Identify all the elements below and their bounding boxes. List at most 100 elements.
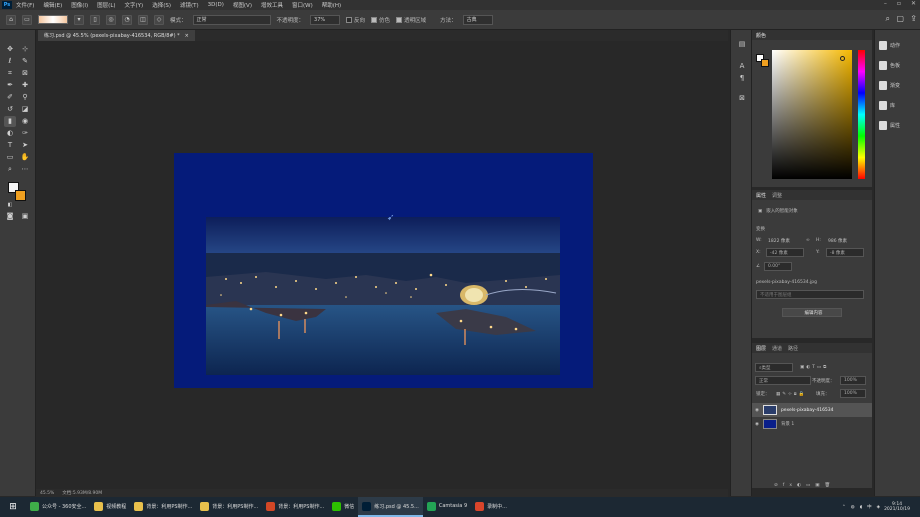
diamond-gradient-icon[interactable]: ◇ — [154, 14, 164, 25]
angle-gradient-icon[interactable]: ◔ — [122, 14, 132, 25]
volume-icon[interactable]: ◖ — [860, 505, 862, 510]
reverse-checkbox[interactable]: 反向 — [346, 16, 365, 24]
network-icon[interactable]: ◍ — [851, 505, 855, 510]
menu-edit[interactable]: 编辑(E) — [43, 1, 62, 9]
gradient-dropdown-icon[interactable]: ▾ — [74, 14, 84, 25]
paragraph-icon[interactable]: ¶ — [737, 74, 747, 84]
tab-channels[interactable]: 通道 — [772, 345, 782, 352]
menu-file[interactable]: 文件(F) — [16, 1, 34, 9]
zoom-level[interactable]: 45.5% — [40, 491, 54, 496]
taskbar-item[interactable]: 背景：利用PS制作... — [262, 497, 328, 517]
home-icon[interactable]: ⌂ — [6, 14, 16, 25]
close-tab-icon[interactable]: × — [185, 33, 189, 39]
layer-name[interactable]: 背景 1 — [781, 421, 794, 427]
taskbar-item[interactable]: 背景：利用PS制作... — [196, 497, 262, 517]
transparency-checkbox[interactable]: 透明区域 — [396, 16, 426, 24]
artboard-tool-icon[interactable]: ⊹ — [19, 44, 31, 55]
taskbar-item[interactable]: 公众号 - 360安全... — [26, 497, 90, 517]
eyedropper-icon[interactable]: ✒ — [4, 80, 16, 91]
layer-row[interactable]: ◉ 背景 1 — [752, 417, 872, 431]
dither-check-icon[interactable] — [371, 17, 378, 23]
reverse-check-icon[interactable] — [346, 17, 353, 23]
tab-properties[interactable]: 属性 — [756, 192, 766, 199]
layer-row[interactable]: ◉ pexels-pixabay-416534 — [752, 403, 872, 417]
quick-select-icon[interactable]: ✎ — [19, 56, 31, 67]
glyphs-icon[interactable]: ⊠ — [737, 94, 747, 104]
gradient-preview[interactable] — [38, 15, 68, 24]
h-value[interactable]: 986 像素 — [828, 238, 847, 244]
link-icon[interactable]: ∞ — [806, 238, 810, 243]
brush-tool-icon[interactable]: ✐ — [4, 92, 16, 103]
color-field[interactable] — [772, 50, 852, 179]
antivirus-icon[interactable]: ◈ — [877, 505, 880, 510]
lock-icons[interactable]: ▦✎⊹⧈🔒 — [776, 391, 806, 397]
background-color-swatch[interactable] — [15, 190, 26, 201]
transparency-check-icon[interactable] — [396, 17, 403, 23]
smart-object-photo[interactable] — [206, 217, 560, 375]
screen-mode-icon[interactable]: ▣ — [19, 211, 31, 222]
taskbar-item[interactable]: Camtasia 9 — [423, 497, 471, 517]
doc-info[interactable]: 文档:5.93M/8.90M — [62, 490, 102, 496]
tab-adjustments[interactable]: 调整 — [772, 192, 782, 199]
gradient-tool-icon[interactable]: ▮ — [4, 116, 16, 127]
taskbar-item[interactable]: 视频教程 — [90, 497, 130, 517]
visibility-eye-icon[interactable]: ◉ — [755, 422, 759, 427]
taskbar-item[interactable]: 微信 — [328, 497, 358, 517]
workspace-icon[interactable]: ▢ — [896, 14, 904, 23]
fill-input[interactable]: 100% — [840, 389, 866, 398]
healing-brush-icon[interactable]: ✚ — [19, 80, 31, 91]
rectangle-tool-icon[interactable]: ▭ — [4, 152, 16, 163]
menu-filter[interactable]: 滤镜(T) — [180, 1, 199, 9]
x-field[interactable]: -42 像素 — [766, 248, 804, 257]
character-icon[interactable]: A — [737, 62, 747, 72]
document-tab[interactable]: 练习.psd @ 45.5% (pexels-pixabay-416534, R… — [38, 30, 195, 41]
blur-tool-icon[interactable]: ◉ — [19, 116, 31, 127]
hue-slider[interactable] — [858, 50, 865, 179]
default-colors-icon[interactable]: ◧ — [4, 200, 16, 211]
method-select[interactable]: 古典 — [462, 14, 493, 25]
stamp-tool-icon[interactable]: ⚲ — [19, 92, 31, 103]
zoom-tool-icon[interactable]: ⌕ — [4, 164, 16, 175]
mode-select[interactable]: 正常 — [192, 14, 271, 25]
dither-checkbox[interactable]: 仿色 — [371, 16, 390, 24]
filter-icons[interactable]: ▣◐T▭⧉ — [800, 364, 828, 370]
crop-tool-icon[interactable]: ⌗ — [4, 68, 16, 79]
eraser-tool-icon[interactable]: ◪ — [19, 104, 31, 115]
history-brush-icon[interactable]: ↺ — [4, 104, 16, 115]
move-tool-icon[interactable]: ✥ — [4, 44, 16, 55]
panel-libraries[interactable]: 库 — [879, 98, 919, 112]
layer-opacity-input[interactable]: 100% — [840, 376, 866, 385]
blend-mode-select[interactable]: 正常 — [755, 376, 811, 385]
menu-layer[interactable]: 图层(L) — [97, 1, 115, 9]
angle-field[interactable]: 0.00° — [764, 262, 792, 271]
y-field[interactable]: -8 像素 — [826, 248, 864, 257]
path-select-icon[interactable]: ➤ — [19, 140, 31, 151]
linear-gradient-icon[interactable]: ▯ — [90, 14, 100, 25]
lasso-tool-icon[interactable]: ℓ — [4, 56, 16, 67]
minimize-icon[interactable]: – — [884, 0, 887, 10]
clock[interactable]: 9:14 2021/10/19 — [884, 502, 910, 512]
panel-properties[interactable]: 属性 — [879, 118, 919, 132]
radial-gradient-icon[interactable]: ◎ — [106, 14, 116, 25]
maximize-icon[interactable]: ▫ — [897, 0, 901, 10]
layer-filter-select[interactable]: ⌕ 类型 — [755, 363, 793, 372]
panel-swatches[interactable]: 色板 — [879, 58, 919, 72]
menu-help[interactable]: 帮助(H) — [322, 1, 341, 9]
ime-indicator[interactable]: 中 — [867, 504, 872, 510]
taskbar-item[interactable]: 录制中... — [471, 497, 511, 517]
taskbar-item[interactable]: 练习.psd @ 45.5... — [358, 497, 423, 517]
close-icon[interactable]: ✕ — [911, 0, 916, 10]
edit-contents-button[interactable]: 编辑内容 — [782, 308, 842, 317]
layer-comp-select[interactable]: 不适用于图层组 — [756, 290, 864, 299]
layer-name[interactable]: pexels-pixabay-416534 — [781, 408, 834, 413]
menu-view[interactable]: 视图(V) — [233, 1, 252, 9]
quick-mask-icon[interactable]: ◙ — [4, 211, 16, 222]
tray-up-icon[interactable]: ⌃ — [842, 505, 846, 510]
menu-plugins[interactable]: 增效工具 — [261, 1, 283, 9]
search-icon[interactable]: ⌕ — [886, 14, 890, 24]
tab-layers[interactable]: 图层 — [756, 345, 766, 352]
menu-select[interactable]: 选择(S) — [152, 1, 171, 9]
hand-tool-icon[interactable]: ✋ — [19, 152, 31, 163]
pen-tool-icon[interactable]: ✑ — [19, 128, 31, 139]
taskbar-item[interactable]: 背景：利用PS制作... — [130, 497, 196, 517]
